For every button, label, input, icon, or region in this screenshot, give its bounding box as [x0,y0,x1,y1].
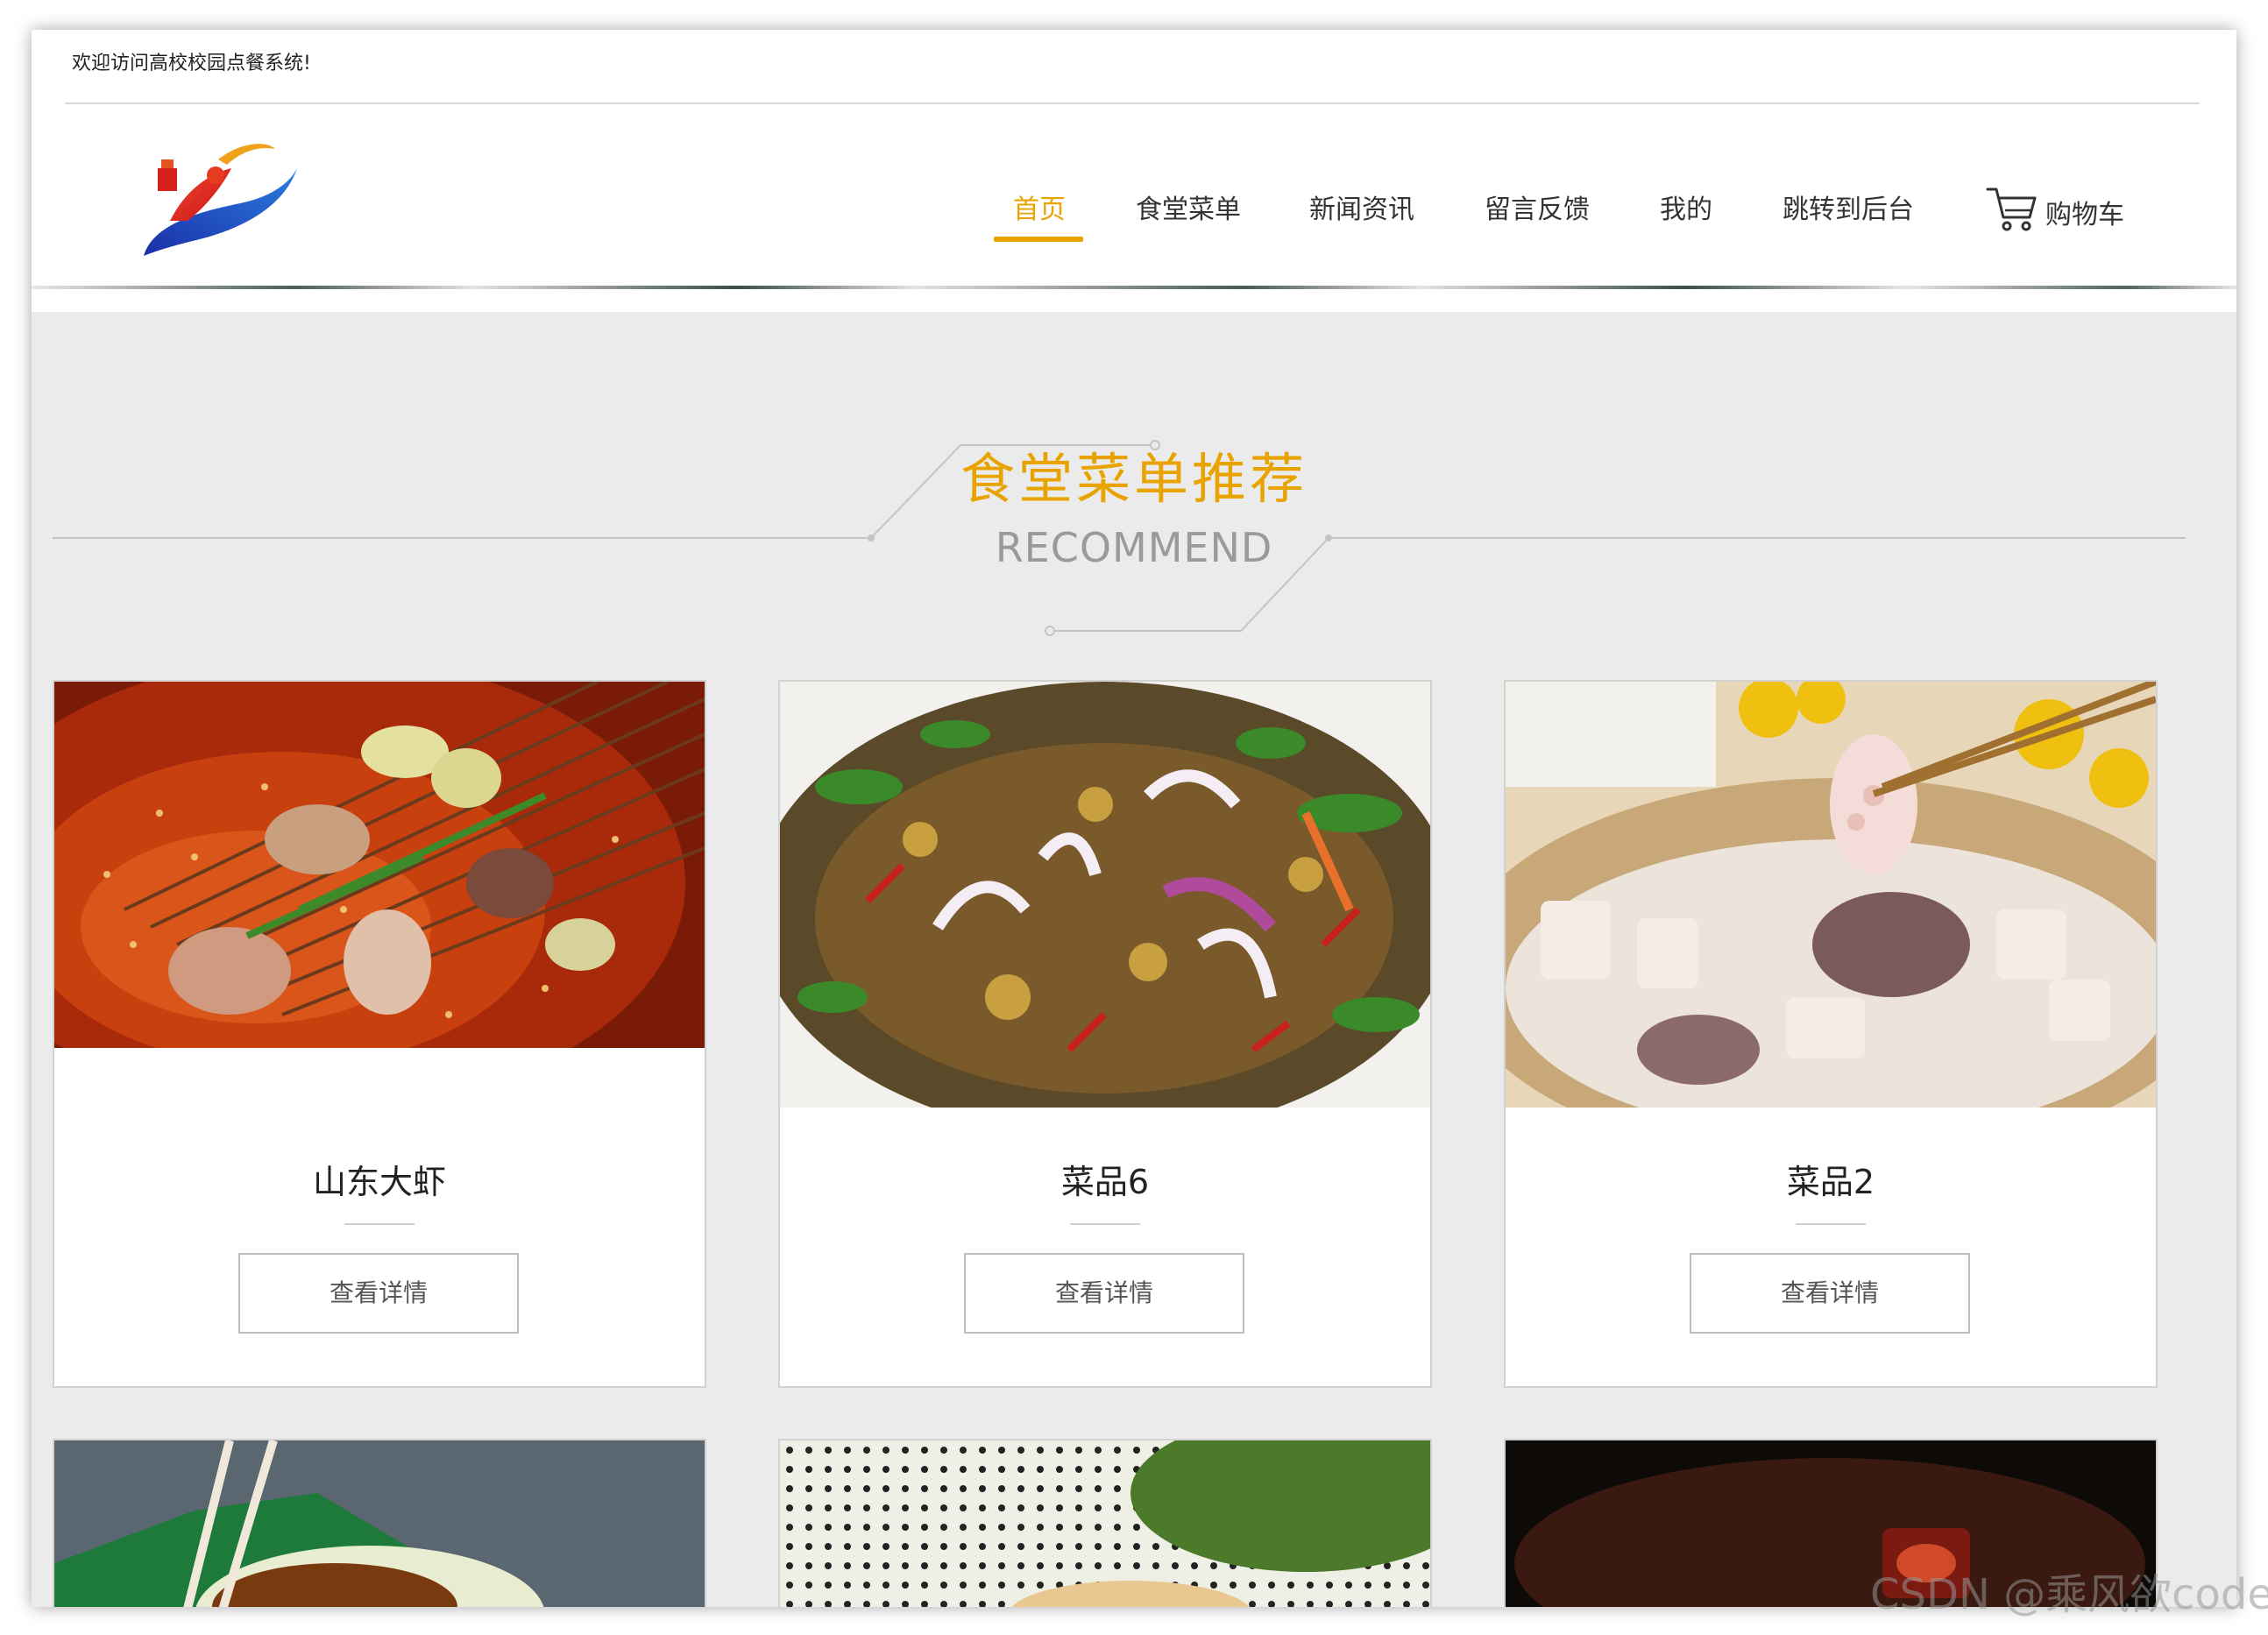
nav-item-feedback[interactable]: 留言反馈 [1485,188,1590,226]
nav-item-admin[interactable]: 跳转到后台 [1783,188,1914,226]
watermark: CSDN @乘风欲code [1870,1570,2268,1619]
dish-name: 菜品2 [1786,1163,1875,1201]
section-subtitle: RECOMMEND [995,524,1273,571]
dish-separator [1796,1223,1866,1225]
view-details-button[interactable]: 查看详情 [238,1253,519,1334]
top-divider [65,103,2200,104]
cart-icon [1986,188,2037,231]
dish-name: 菜品6 [1060,1163,1150,1201]
view-details-button[interactable]: 查看详情 [1690,1253,1970,1334]
site-header: 欢迎访问高校校园点餐系统! 首页 食堂菜单 新闻资讯 留言反馈 我的 跳转到后台… [32,30,2236,312]
welcome-text: 欢迎访问高校校园点餐系统! [72,53,311,74]
dish-card-partial [778,1439,1432,1607]
dish-image-stir-fried[interactable] [780,682,1430,1108]
dish-image-partial[interactable] [780,1440,1430,1607]
dish-separator [344,1223,415,1225]
nav-item-news[interactable]: 新闻资讯 [1309,188,1414,226]
nav-item-home[interactable]: 首页 [1013,188,1066,226]
cart-label: 购物车 [2045,200,2124,230]
dish-separator [1070,1223,1140,1225]
main-nav: 首页 食堂菜单 新闻资讯 留言反馈 我的 跳转到后台 [32,188,2236,275]
browser-page: 欢迎访问高校校园点餐系统! 首页 食堂菜单 新闻资讯 留言反馈 我的 跳转到后台… [32,30,2236,1607]
nav-item-mine[interactable]: 我的 [1660,188,1712,226]
nav-item-canteen-menu[interactable]: 食堂菜单 [1136,188,1241,226]
header-gap [32,289,2236,312]
dish-card: 山东大虾 查看详情 [53,680,706,1388]
dish-card-partial [53,1439,706,1607]
section-title: 食堂菜单推荐 [960,447,1308,511]
view-details-button[interactable]: 查看详情 [964,1253,1244,1334]
cart-link[interactable]: 购物车 [1986,186,2124,233]
dish-image-spicy-skewers[interactable] [54,682,705,1048]
dish-image-partial[interactable] [54,1440,705,1607]
dish-name: 山东大虾 [312,1163,446,1201]
dish-card: 菜品2 查看详情 [1504,680,2158,1388]
dish-image-lotus-stew[interactable] [1506,682,2156,1108]
dish-card: 菜品6 查看详情 [778,680,1432,1388]
nav-active-underline [994,237,1083,242]
